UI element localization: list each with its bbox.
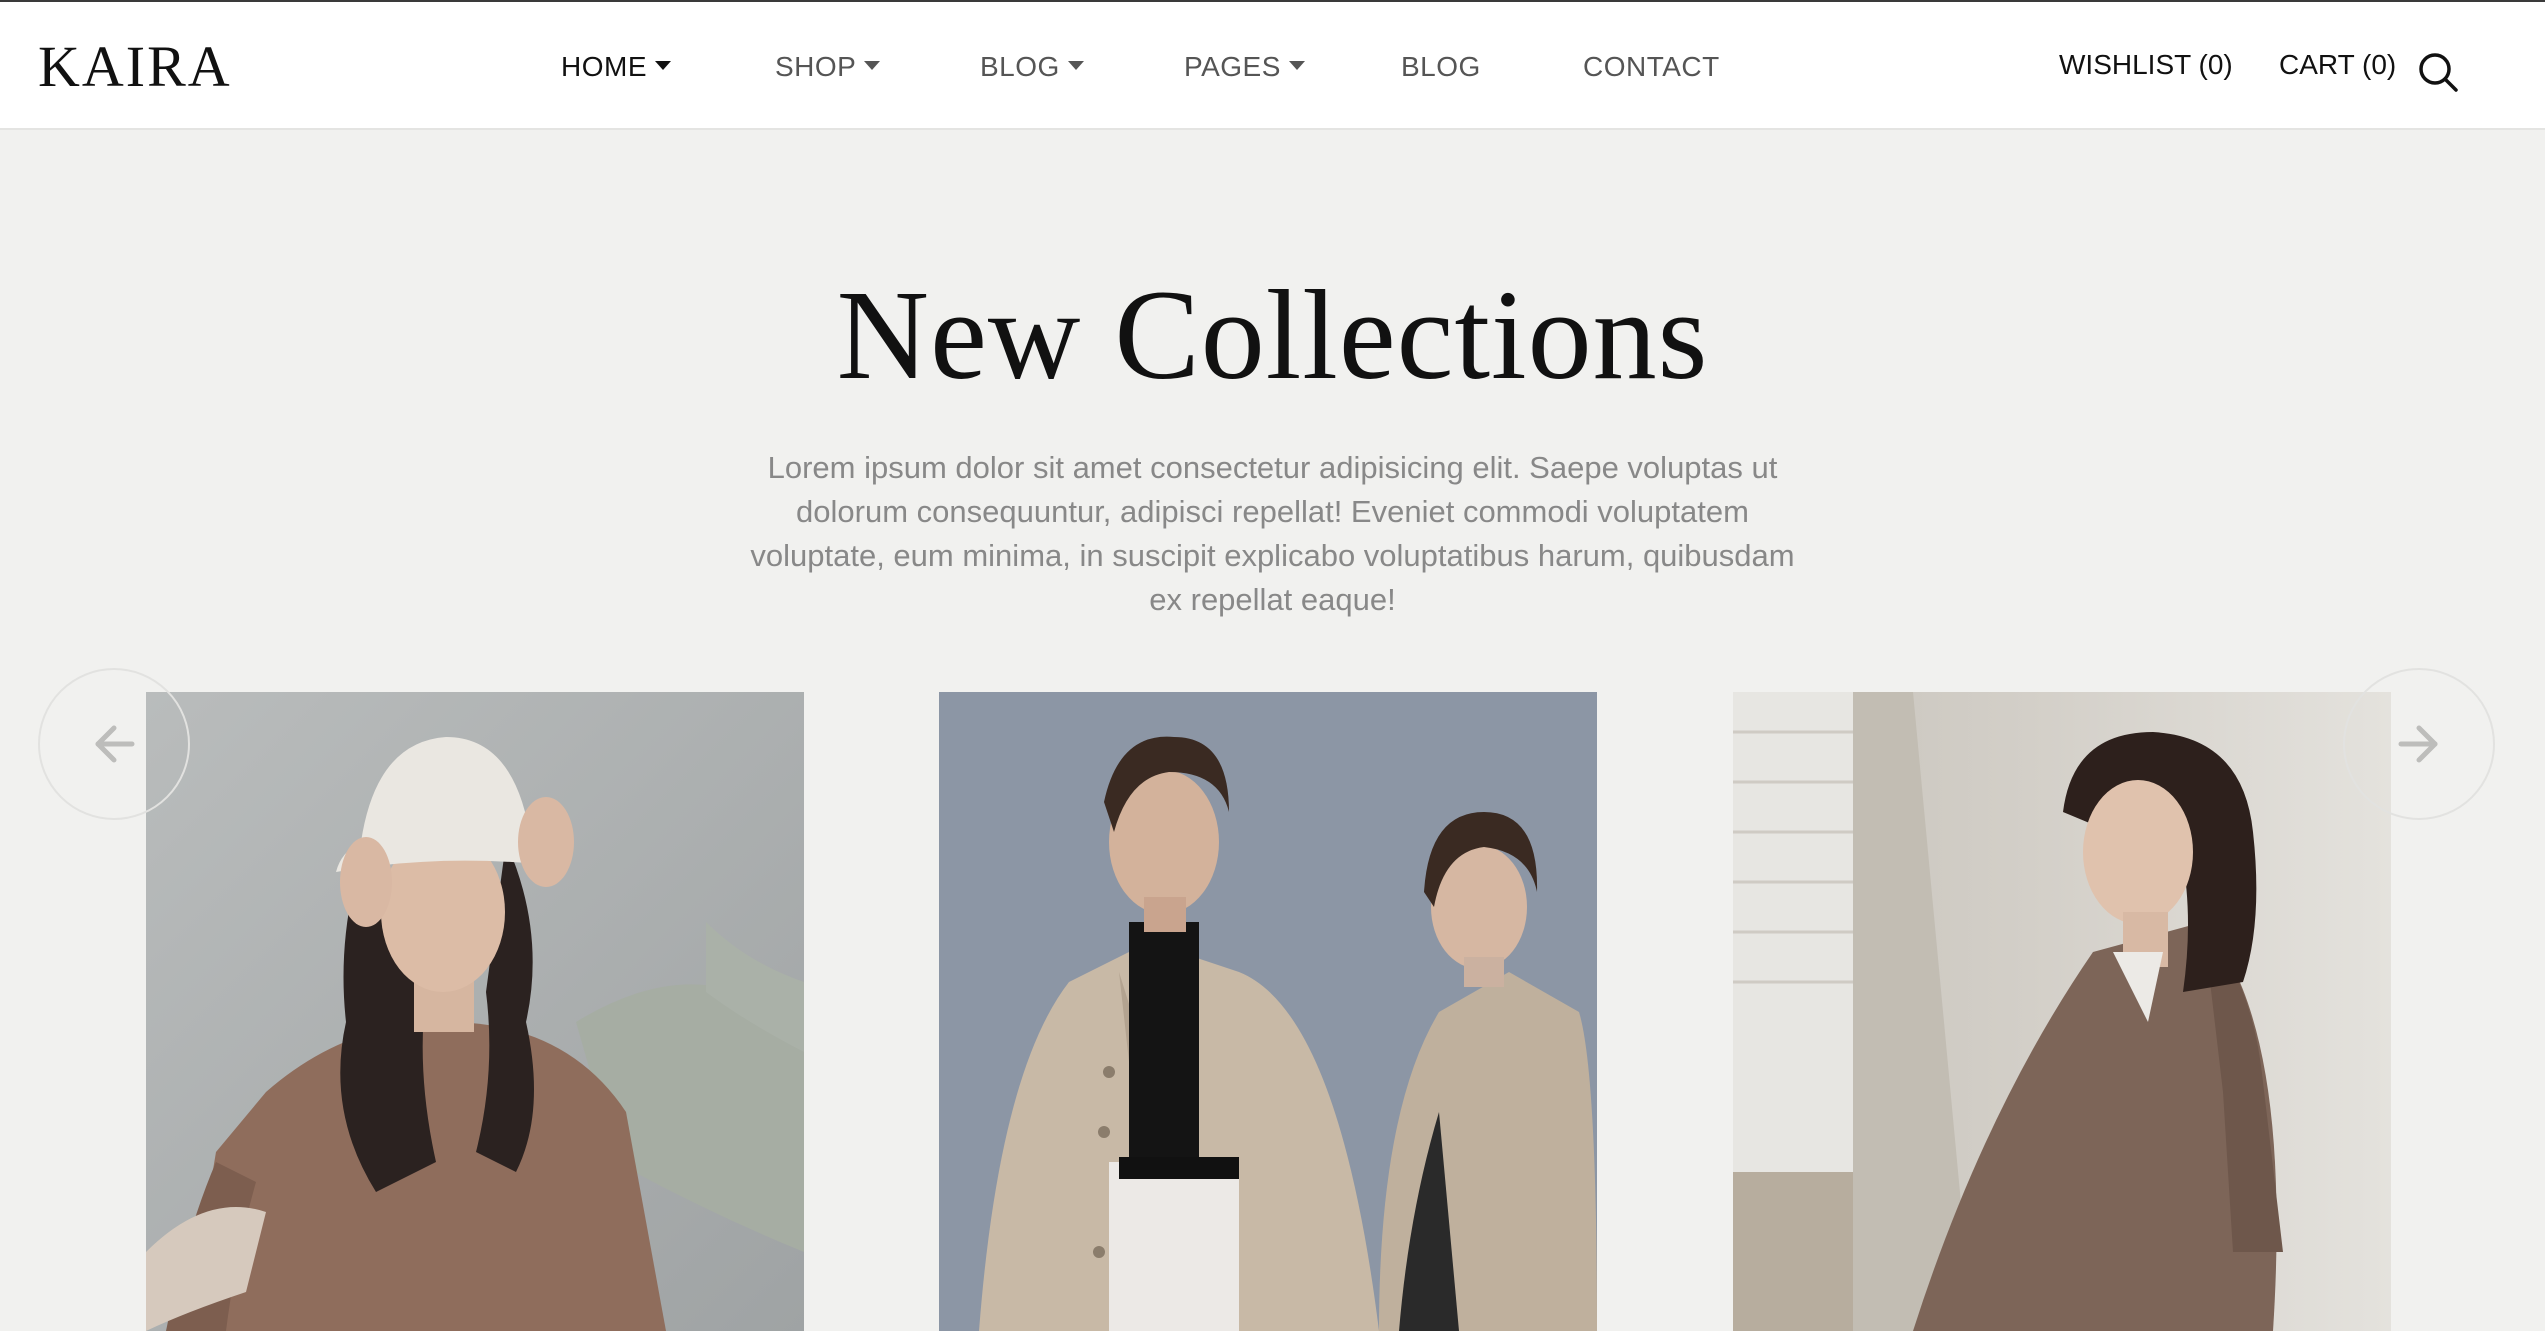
- carousel-prev-button[interactable]: [38, 668, 190, 820]
- caret-down-icon: [864, 61, 881, 71]
- site-logo[interactable]: KAIRA: [38, 38, 232, 96]
- nav-item-blog-label: BLOG: [980, 51, 1060, 82]
- section-title: New Collections: [836, 264, 1709, 406]
- nav-item-blog-link-label: BLOG: [1401, 51, 1481, 82]
- nav-item-pages-label: PAGES: [1184, 51, 1281, 82]
- product-card[interactable]: [1733, 692, 2391, 1331]
- search-button[interactable]: [2416, 50, 2460, 94]
- nav-item-shop[interactable]: SHOP: [775, 50, 881, 84]
- nav-item-home[interactable]: HOME: [561, 50, 671, 84]
- arrow-left-icon: [95, 725, 135, 763]
- carousel-next-button[interactable]: [2343, 668, 2495, 820]
- product-card[interactable]: [939, 692, 1597, 1331]
- nav-item-blog-dropdown[interactable]: BLOG: [980, 50, 1084, 84]
- cart-link[interactable]: CART (0): [2279, 48, 2396, 82]
- section-description: Lorem ipsum dolor sit amet consectetur a…: [750, 450, 1795, 617]
- site-header: KAIRA HOME SHOP BLOG PAGES BLOG CONTACT …: [0, 2, 2545, 130]
- product-image-woman-plaid-blazer: [1733, 692, 2391, 1331]
- product-image-woman-bucket-hat: [146, 692, 804, 1331]
- caret-down-icon: [1288, 61, 1305, 71]
- nav-item-contact-label: CONTACT: [1583, 51, 1720, 82]
- wishlist-link[interactable]: WISHLIST (0): [2059, 48, 2233, 82]
- caret-down-icon: [1067, 61, 1084, 71]
- arrow-right-icon: [2398, 725, 2438, 763]
- product-image-two-women-trench-coats: [939, 692, 1597, 1331]
- nav-item-contact[interactable]: CONTACT: [1583, 50, 1720, 84]
- search-icon: [2419, 53, 2458, 92]
- caret-down-icon: [655, 61, 671, 71]
- nav-item-pages[interactable]: PAGES: [1184, 50, 1305, 84]
- product-card[interactable]: [146, 692, 804, 1331]
- nav-item-blog[interactable]: BLOG: [1401, 50, 1481, 84]
- nav-item-home-label: HOME: [561, 51, 647, 82]
- nav-item-shop-label: SHOP: [775, 51, 857, 82]
